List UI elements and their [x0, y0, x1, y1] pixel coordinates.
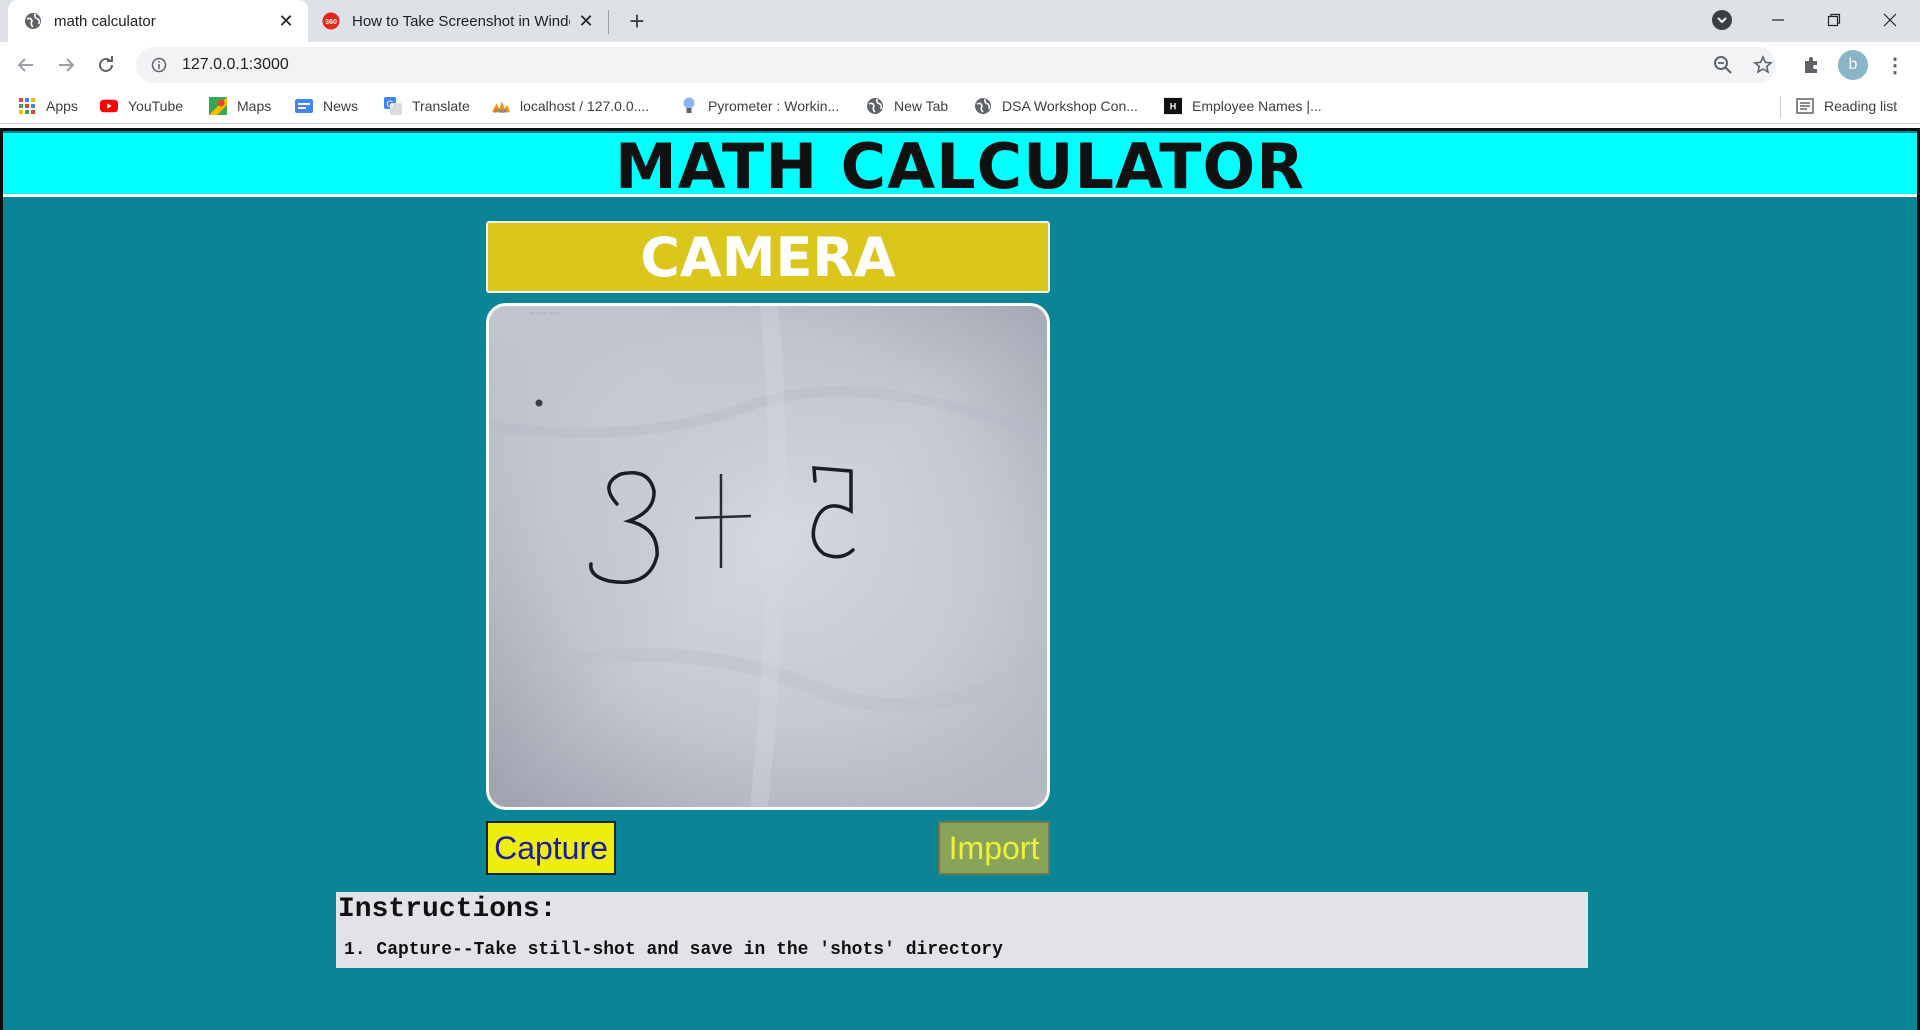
bookmark-label: Apps: [46, 98, 78, 114]
bookmark-label: localhost / 127.0.0....: [520, 98, 650, 114]
close-tab-icon[interactable]: ✕: [576, 11, 596, 31]
bookmark-maps[interactable]: Maps: [209, 94, 271, 118]
hackerearth-icon: H: [1164, 97, 1182, 115]
bookmark-localhost[interactable]: PMA localhost / 127.0.0....: [492, 94, 649, 118]
bookmark-label: New Tab: [894, 98, 949, 114]
browser-toolbar: 127.0.0.1:3000 b ⋮: [0, 42, 1920, 88]
zoom-icon[interactable]: [1708, 50, 1738, 80]
tab-separator: [608, 10, 609, 34]
browser-tabstrip: math calculator ✕ 360 How to Take Screen…: [0, 0, 1920, 42]
forward-arrow-icon[interactable]: [50, 49, 82, 81]
svg-text:360: 360: [325, 19, 337, 26]
page-header: MATH CALCULATOR: [3, 130, 1917, 203]
bookmark-news[interactable]: News: [295, 94, 358, 118]
bookmark-pyrometer[interactable]: Pyrometer : Workin...: [680, 94, 839, 118]
import-button[interactable]: Import: [938, 821, 1050, 875]
bookmark-youtube[interactable]: YouTube: [100, 94, 183, 118]
address-bar[interactable]: 127.0.0.1:3000: [136, 47, 1776, 83]
instruction-item: 1. Capture--Take still-shot and save in …: [344, 940, 1003, 960]
more-menu-icon[interactable]: ⋮: [1880, 50, 1910, 80]
svg-text:G: G: [386, 99, 393, 109]
bookmark-label: YouTube: [128, 98, 184, 114]
phpmyadmin-icon: PMA: [492, 97, 510, 115]
page-viewport: MATH CALCULATOR CAMERA ~ ~~ ~~ Capture I…: [0, 128, 1920, 1030]
reading-list-icon: [1796, 97, 1814, 115]
bookmark-star-icon[interactable]: [1748, 50, 1778, 80]
youtube-icon: [100, 97, 118, 115]
camera-heading: CAMERA: [486, 221, 1050, 293]
bookmark-label: Employee Names |...: [1192, 98, 1322, 114]
svg-text:PMA: PMA: [495, 109, 507, 115]
capture-button[interactable]: Capture: [486, 821, 616, 875]
profile-initial: b: [1848, 56, 1858, 73]
profile-avatar[interactable]: b: [1838, 50, 1868, 80]
page-title: MATH CALCULATOR: [615, 130, 1305, 203]
bookmark-label: Maps: [237, 98, 272, 114]
bookmark-new-tab[interactable]: New Tab: [866, 94, 948, 118]
address-text: 127.0.0.1:3000: [182, 56, 289, 73]
reading-list-button[interactable]: Reading list: [1796, 94, 1897, 118]
tab-title: How to Take Screenshot in Windo: [352, 12, 570, 30]
camera-frame-image: ~ ~~ ~~: [489, 306, 1047, 807]
bookmark-label: Translate: [412, 98, 470, 114]
new-tab-button[interactable]: +: [622, 6, 652, 36]
bookmark-translate[interactable]: G Translate: [384, 94, 470, 118]
globe-icon: [974, 97, 992, 115]
svg-text:H: H: [1170, 102, 1177, 112]
back-arrow-icon[interactable]: [10, 49, 42, 81]
bookmark-employee-names[interactable]: H Employee Names |...: [1164, 94, 1322, 118]
tab-title: math calculator: [54, 12, 156, 30]
svg-text:~ ~~ ~~: ~ ~~ ~~: [529, 308, 560, 318]
tab-screenshot-article[interactable]: 360 How to Take Screenshot in Windo ✕: [308, 0, 608, 42]
globe-icon: [24, 12, 42, 30]
reload-icon[interactable]: [90, 49, 122, 81]
lightbulb-icon: [680, 97, 698, 115]
bookmarks-bar: Apps YouTube Maps News G Translate PMA l…: [0, 88, 1920, 124]
close-tab-icon[interactable]: ✕: [276, 11, 296, 31]
bookmarks-separator: [1780, 96, 1781, 118]
translate-icon: G: [384, 97, 402, 115]
news-icon: [295, 97, 313, 115]
restore-window-icon[interactable]: [1806, 0, 1862, 40]
site-info-icon[interactable]: [150, 56, 168, 74]
tab-search-icon[interactable]: [1712, 10, 1732, 30]
bookmark-apps[interactable]: Apps: [18, 94, 78, 118]
globe-icon: [866, 97, 884, 115]
maps-icon: [209, 97, 227, 115]
extensions-puzzle-icon[interactable]: [1796, 50, 1826, 80]
camera-feed: ~ ~~ ~~: [486, 303, 1050, 810]
close-window-icon[interactable]: [1862, 0, 1918, 40]
instructions-heading: Instructions:: [338, 894, 557, 925]
minimize-window-icon[interactable]: [1750, 0, 1806, 40]
bookmark-label: DSA Workshop Con...: [1002, 98, 1138, 114]
bookmark-label: News: [323, 98, 359, 114]
bookmark-label: Pyrometer : Workin...: [708, 98, 840, 114]
bookmark-dsa-workshop[interactable]: DSA Workshop Con...: [974, 94, 1138, 118]
apps-grid-icon: [18, 97, 36, 115]
360-site-icon: 360: [322, 12, 340, 30]
tab-math-calculator[interactable]: math calculator ✕: [8, 0, 308, 42]
instructions-panel: Instructions: 1. Capture--Take still-sho…: [336, 892, 1588, 968]
reading-list-label: Reading list: [1824, 98, 1898, 114]
